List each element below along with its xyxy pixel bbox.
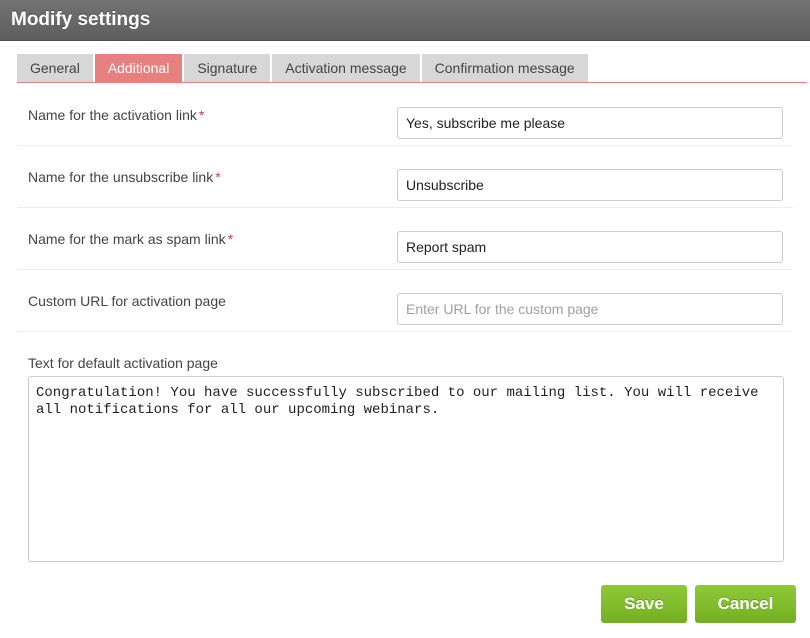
required-mark: * bbox=[198, 107, 205, 123]
dialog-title: Modify settings bbox=[11, 9, 151, 30]
settings-tabs: General Additional Signature Activation … bbox=[17, 54, 590, 82]
activation-link-input[interactable] bbox=[397, 107, 783, 139]
dialog-titlebar: Modify settings bbox=[0, 0, 810, 41]
custom-url-input[interactable] bbox=[397, 293, 783, 325]
tab-signature[interactable]: Signature bbox=[184, 54, 271, 82]
spam-link-input[interactable] bbox=[397, 231, 783, 263]
required-mark: * bbox=[227, 231, 234, 247]
required-mark: * bbox=[215, 169, 221, 185]
activation-link-label: Name for the activation link * bbox=[28, 107, 204, 123]
tab-underline bbox=[17, 82, 807, 83]
spam-link-label-text: Name for the mark as spam link bbox=[28, 231, 226, 247]
activation-link-row: Name for the activation link * bbox=[17, 84, 793, 146]
tab-activation-message[interactable]: Activation message bbox=[272, 54, 420, 82]
unsubscribe-link-input[interactable] bbox=[397, 169, 783, 201]
activation-text-textarea[interactable]: Congratulation! You have successfully su… bbox=[28, 376, 784, 562]
tab-additional[interactable]: Additional bbox=[94, 54, 183, 82]
unsubscribe-link-row: Name for the unsubscribe link * bbox=[17, 146, 793, 208]
activation-text-label: Text for default activation page bbox=[28, 355, 218, 371]
tab-confirmation-message[interactable]: Confirmation message bbox=[421, 54, 588, 82]
spam-link-label: Name for the mark as spam link * bbox=[28, 231, 233, 247]
activation-link-label-text: Name for the activation link bbox=[28, 107, 197, 123]
spam-link-row: Name for the mark as spam link * bbox=[17, 208, 793, 270]
custom-url-row: Custom URL for activation page bbox=[17, 270, 793, 332]
unsubscribe-link-label: Name for the unsubscribe link * bbox=[28, 169, 221, 185]
tab-general[interactable]: General bbox=[17, 54, 93, 82]
custom-url-label: Custom URL for activation page bbox=[28, 293, 226, 309]
cancel-button[interactable]: Cancel bbox=[695, 585, 796, 623]
unsubscribe-link-label-text: Name for the unsubscribe link bbox=[28, 169, 214, 185]
save-button[interactable]: Save bbox=[601, 585, 687, 623]
